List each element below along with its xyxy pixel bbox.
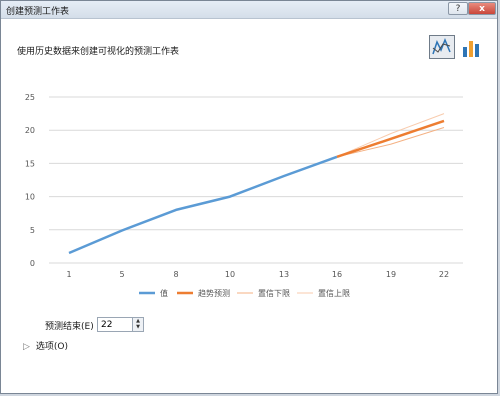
forecast-chart: 05101520251 5 8 10 13 16 19 22值 趋势预测 置信下限 置信上限 xyxy=(25,93,463,298)
legend-label-value: 值 xyxy=(160,288,168,298)
x-tick-label: 19 xyxy=(386,270,396,279)
y-tick-label: 15 xyxy=(25,159,35,168)
x-tick-label: 16 xyxy=(332,270,342,279)
series-line-forecast xyxy=(336,119,445,158)
forecast-end-label: 预测结束(E) xyxy=(45,322,94,332)
x-tick-label: 10 xyxy=(225,270,235,279)
x-tick-label: 1 xyxy=(66,270,71,279)
legend-label-forecast: 趋势预测 xyxy=(198,288,230,298)
y-tick-label: 25 xyxy=(25,93,35,102)
y-tick-label: 10 xyxy=(25,193,35,202)
options-expander[interactable]: ▷ 选项(O) xyxy=(23,339,68,352)
y-tick-label: 20 xyxy=(25,126,35,135)
spin-down-icon[interactable]: ▼ xyxy=(133,324,143,330)
x-tick-label: 13 xyxy=(279,270,289,279)
y-tick-label: 0 xyxy=(30,259,35,268)
x-tick-label: 5 xyxy=(119,270,124,279)
series-line-value xyxy=(68,155,338,255)
x-tick-label: 22 xyxy=(439,270,449,279)
legend-label-lower: 置信下限 xyxy=(258,288,290,298)
y-tick-label: 5 xyxy=(30,226,35,235)
x-tick-label: 8 xyxy=(173,270,178,279)
forecast-dialog: 创建预测工作表 ? x 使用历史数据来创建可视化的预测工作表 0 5 10 15 20 2… xyxy=(0,0,498,394)
forecast-end-spinner[interactable]: ▲ ▼ xyxy=(132,317,144,332)
legend-label-upper: 置信上限 xyxy=(318,288,350,298)
forecast-end-input[interactable] xyxy=(97,317,133,332)
options-label: 选项(O) xyxy=(35,342,69,352)
expand-triangle-icon: ▷ xyxy=(23,342,30,352)
